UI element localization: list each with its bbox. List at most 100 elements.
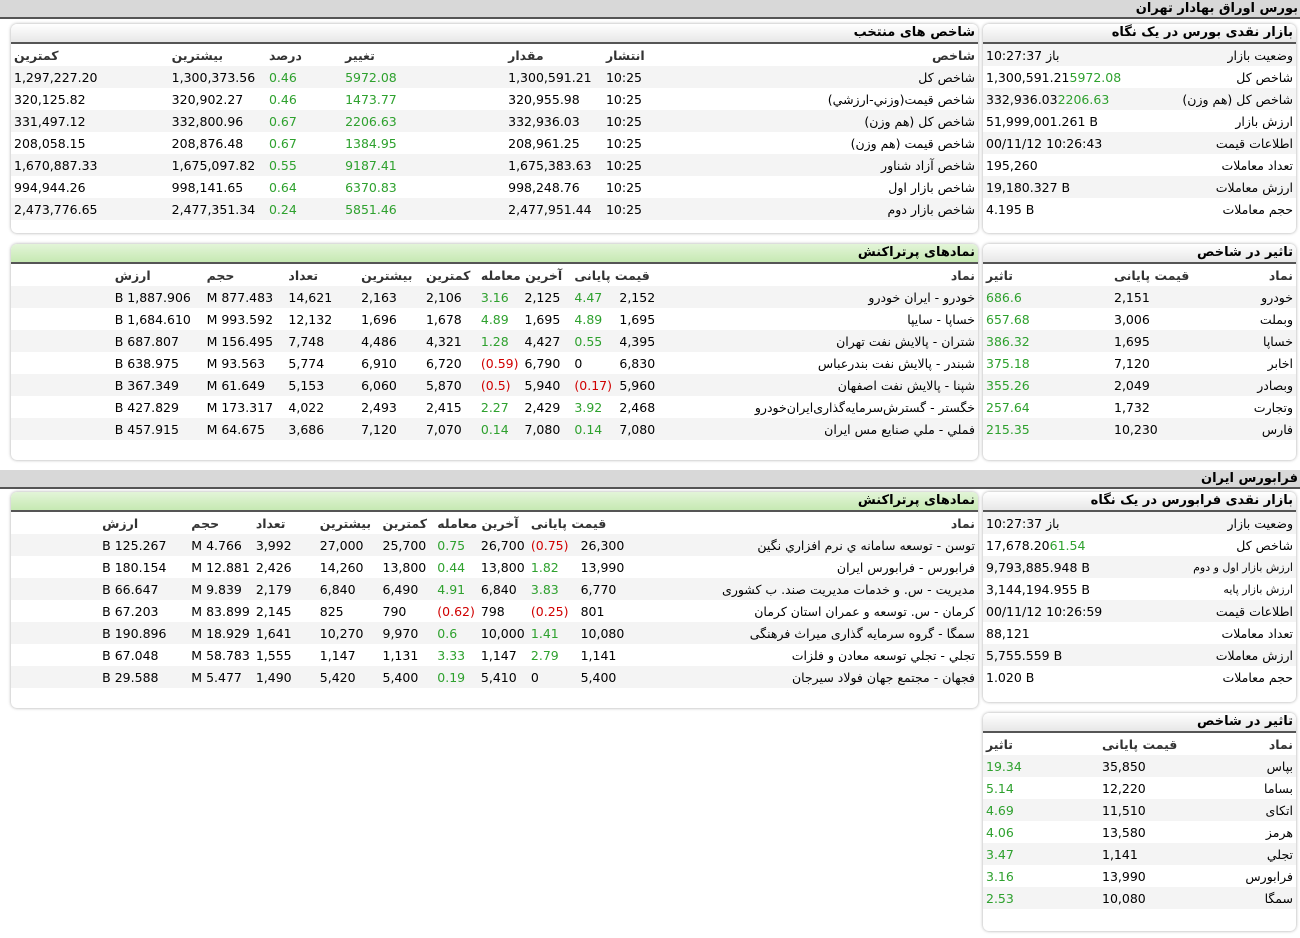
col-index-value[interactable]: مقدار (505, 44, 603, 66)
active-row[interactable]: مدیریت - س. و خدمات مدیریت صند. ب کشوری 6… (11, 578, 978, 600)
active-row[interactable]: توسن - توسعه سامانه ي نرم افزاري نگين 26,… (11, 534, 978, 556)
index-row[interactable]: شاخص کل (هم وزن) 10:25 332,936.03 2206.63 0.… (11, 110, 978, 132)
col-active-close[interactable]: قیمت پایانی (571, 264, 661, 286)
index-name: شاخص کل (هم وزن) (668, 110, 978, 132)
impact-row[interactable]: وبصادر 2,049 355.26 (983, 374, 1296, 396)
col-ifb-impact-price[interactable]: قیمت پایانی (1099, 733, 1199, 755)
active-volume: 156.495 M (203, 330, 286, 352)
glance-row[interactable]: ارزش معاملات 19,180.327 B (983, 176, 1296, 198)
col-ifb-active-low[interactable]: کمترین (380, 512, 435, 534)
col-index-change[interactable]: تغییر (342, 44, 505, 66)
glance-row[interactable]: اطلاعات قیمت 00/11/12 10:26:59 (983, 600, 1296, 622)
impact-row[interactable]: اتکای 11,510 4.69 (983, 799, 1296, 821)
impact-row[interactable]: وبملت 3,006 657.68 (983, 308, 1296, 330)
index-row[interactable]: شاخص آزاد شناور 10:25 1,675,383.63 9187.41 0… (11, 154, 978, 176)
col-index-time[interactable]: انتشار (603, 44, 668, 66)
index-change: 6370.83 (342, 176, 506, 198)
active-row[interactable]: سمگا - گروه سرمایه گذاری میراث فرهنگی 10,… (11, 622, 978, 644)
index-row[interactable]: شاخص قیمت(وزني-ارزشي) 10:25 320,955.98 1473… (11, 88, 978, 110)
col-index-high[interactable]: بیشترین (169, 44, 266, 66)
active-row[interactable]: کرمان - س. توسعه و عمران استان کرمان 801(… (11, 600, 978, 622)
col-impact-value[interactable]: تاثیر (983, 264, 1111, 286)
glance-row[interactable]: شاخص کل (هم وزن) 332,936.032206.63 (983, 88, 1296, 110)
col-ifb-active-high[interactable]: بیشترین (317, 512, 380, 534)
index-time: 10:25 (602, 198, 669, 220)
col-impact-price[interactable]: قیمت پایانی (1111, 264, 1211, 286)
col-index-pct[interactable]: درصد (266, 44, 342, 66)
col-ifb-active-close[interactable]: قیمت پایانی (528, 512, 627, 534)
index-row[interactable]: شاخص کل 10:25 1,300,591.21 5972.08 0.46 1,300… (11, 66, 978, 88)
impact-row[interactable]: خساپا 1,695 386.32 (983, 330, 1296, 352)
active-row[interactable]: خساپا - سایپا 1,695 4.89 1,695 4.89 1,678 1,69… (11, 308, 978, 330)
col-ifb-impact-symbol[interactable]: نماد (1199, 733, 1296, 755)
active-volume: 83.899 M (188, 600, 253, 622)
col-ifb-active-value[interactable]: ارزش (99, 512, 188, 534)
col-active-value[interactable]: ارزش (112, 264, 204, 286)
col-index-low[interactable]: کمترین (11, 44, 169, 66)
active-row[interactable]: تجلي - تجلي توسعه معادن و فلزات 1,141 2.79… (11, 644, 978, 666)
col-index-name[interactable]: شاخص (668, 44, 978, 66)
col-active-count[interactable]: تعداد (285, 264, 358, 286)
active-close: 2,468 (616, 396, 662, 418)
impact-row[interactable]: اخابر 7,120 375.18 (983, 352, 1296, 374)
active-row[interactable]: شبندر - پالایش نفت بندرعباس 6,830 0 6,790 (0… (11, 352, 978, 374)
active-row[interactable]: خودرو - ایران خودرو 2,152 4.47 2,125 3.16 2,1… (11, 286, 978, 308)
col-active-symbol[interactable]: نماد (661, 264, 978, 286)
col-ifb-active-count[interactable]: تعداد (253, 512, 317, 534)
impact-row[interactable]: بساما 12,220 5.14 (983, 777, 1296, 799)
active-symbol: فجهان - مجتمع جهان فولاد سيرجان (627, 666, 978, 688)
impact-row[interactable]: هرمز 13,580 4.06 (983, 821, 1296, 843)
index-low: 1,297,227.20 (11, 66, 169, 88)
active-pad (11, 396, 112, 418)
active-row[interactable]: فرابورس - فرابورس ایران 13,990 1.82 13,800 0… (11, 556, 978, 578)
impact-price: 10,230 (1111, 418, 1211, 440)
index-row[interactable]: شاخص بازار دوم 10:25 2,477,951.44 5851.46 0.… (11, 198, 978, 220)
glance-row[interactable]: وضعیت بازار باز 10:27:37 (983, 512, 1296, 534)
glance-row[interactable]: ارزش بازار 51,999,001.261 B (983, 110, 1296, 132)
col-active-last[interactable]: آخرین معامله (478, 264, 572, 286)
active-row[interactable]: خگستر - گسترش‌سرمایه‌گذاری‌ایران‌خودرو 2,… (11, 396, 978, 418)
impact-row[interactable]: خودرو 2,151 686.6 (983, 286, 1296, 308)
glance-row[interactable]: تعداد معاملات 195,260 (983, 154, 1296, 176)
index-row[interactable]: شاخص بازار اول 10:25 998,248.76 6370.83 0.64… (11, 176, 978, 198)
col-ifb-active-volume[interactable]: حجم (188, 512, 253, 534)
impact-row[interactable]: تجلي 1,141 3.47 (983, 843, 1296, 865)
col-active-high[interactable]: بیشترین (358, 264, 423, 286)
active-row[interactable]: فجهان - مجتمع جهان فولاد سيرجان 5,400 0 5,4… (11, 666, 978, 688)
active-pad (11, 308, 112, 330)
col-impact-symbol[interactable]: نماد (1211, 264, 1296, 286)
glance-row[interactable]: اطلاعات قیمت 00/11/12 10:26:43 (983, 132, 1296, 154)
active-row[interactable]: فملي - ملي صنايع مس ايران 7,080 0.14 7,080 0… (11, 418, 978, 440)
active-row[interactable]: شپنا - پالایش نفت اصفهان 5,960 (0.17) 5,940… (11, 374, 978, 396)
impact-row[interactable]: وتجارت 1,732 257.64 (983, 396, 1296, 418)
impact-row[interactable]: فرابورس 13,990 3.16 (983, 865, 1296, 887)
active-symbol: فملي - ملي صنايع مس ايران (661, 418, 978, 440)
active-value: 67.048 B (99, 644, 189, 666)
index-row[interactable]: شاخص قیمت (هم وزن) 10:25 208,961.25 1384.95… (11, 132, 978, 154)
active-close: 10,080 (577, 622, 628, 644)
glance-row[interactable]: ارزش بازار اول و دوم 9,793,885.948 B (983, 556, 1296, 578)
glance-row[interactable]: حجم معاملات 1.020 B (983, 666, 1296, 688)
col-active-low[interactable]: کمترین (423, 264, 478, 286)
active-value: 180.154 B (99, 556, 189, 578)
glance-change: 61.54 (1049, 537, 1086, 553)
active-high: 1,696 (358, 308, 423, 330)
active-row[interactable]: شتران - پالایش نفت تهران 4,395 0.55 4,427 1.… (11, 330, 978, 352)
col-ifb-active-last[interactable]: آخرین معامله (434, 512, 528, 534)
glance-row[interactable]: ارزش معاملات 5,755.559 B (983, 644, 1296, 666)
glance-row[interactable]: ارزش بازار پایه 3,144,194.955 B (983, 578, 1296, 600)
active-close: 7,080 (616, 418, 662, 440)
impact-row[interactable]: سمگا 10,080 2.53 (983, 887, 1296, 909)
col-ifb-impact-value[interactable]: تاثیر (983, 733, 1099, 755)
glance-row[interactable]: شاخص کل 1,300,591.215972.08 (983, 66, 1296, 88)
glance-row[interactable]: وضعیت بازار باز 10:27:37 (983, 44, 1296, 66)
col-ifb-active-symbol[interactable]: نماد (627, 512, 978, 534)
impact-row[interactable]: بپاس 35,850 19.34 (983, 755, 1296, 777)
glance-row[interactable]: شاخص کل 17,678.2061.54 (983, 534, 1296, 556)
impact-row[interactable]: فارس 10,230 215.35 (983, 418, 1296, 440)
col-active-volume[interactable]: حجم (204, 264, 286, 286)
active-count: 1,641 (252, 622, 317, 644)
index-low: 1,670,887.33 (11, 154, 169, 176)
glance-row[interactable]: حجم معاملات 4.195 B (983, 198, 1296, 220)
glance-row[interactable]: تعداد معاملات 88,121 (983, 622, 1296, 644)
